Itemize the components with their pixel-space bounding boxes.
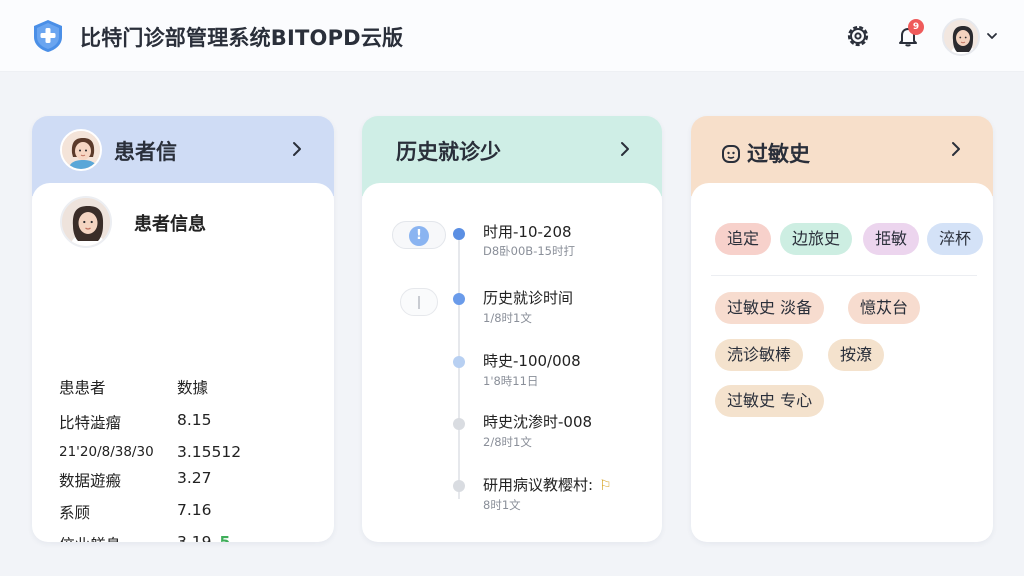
tag-divider xyxy=(711,275,977,276)
chevron-down-icon xyxy=(987,33,997,39)
allergy-card-body: 追定 边旅史 挋敏 淬杯 过敏史 淡备 憶苁台 涜诊敏棒 按潦 过敏史 专心 xyxy=(691,183,993,542)
row-value: 数據 xyxy=(177,379,209,397)
row-key: 数据遊瘢 xyxy=(59,472,122,490)
chevron-right-icon[interactable] xyxy=(290,141,304,161)
top-bar: 比特门诊部管理系统BITOPD云版 9 xyxy=(0,0,1024,72)
timeline-item-title[interactable]: 历史就诊时间 xyxy=(483,287,573,308)
timeline-item-subtitle: 2/8时1文 xyxy=(483,435,532,449)
row-key: 系顾 xyxy=(59,504,91,522)
patient-section-title: 患者信息 xyxy=(134,214,206,235)
app-logo-icon xyxy=(30,18,66,54)
row-key: 21'20/8/38/30 xyxy=(59,444,154,460)
allergy-detail-tag[interactable]: 按潦 xyxy=(828,339,885,371)
allergy-card-title-wrap: 过敏史 xyxy=(721,138,810,169)
allergy-detail-tag[interactable]: 过敏史 专心 xyxy=(715,385,825,417)
row-value: 3.19 5 xyxy=(177,533,230,542)
timeline-item-subtitle: 1'8時11日 xyxy=(483,374,539,388)
allergy-face-icon xyxy=(721,144,741,169)
info-icon: ! xyxy=(409,226,429,246)
timeline-dot xyxy=(453,480,465,492)
row-value-extra: 5 xyxy=(219,533,231,542)
divider-icon xyxy=(418,296,420,309)
patient-photo xyxy=(60,196,112,248)
allergy-history-card: 过敏史 追定 边旅史 挋敏 淬杯 过敏史 淡备 憶苁台 涜诊敏棒 按潦 过敏史 … xyxy=(691,116,993,542)
row-value: 7.16 xyxy=(177,501,212,519)
allergy-detail-tag[interactable]: 过敏史 淡备 xyxy=(715,292,825,324)
timeline-item-subtitle: 1/8时1文 xyxy=(483,311,532,325)
visit-history-card: 历史就诊少 ! 时用-10-208 D8卧00B-15时打 历史就诊时间 1/8… xyxy=(362,116,662,542)
allergy-tag[interactable]: 淬杯 xyxy=(927,223,984,255)
allergy-detail-tag[interactable]: 憶苁台 xyxy=(848,292,921,324)
chevron-right-icon[interactable] xyxy=(949,141,963,161)
flag-icon: ⚐ xyxy=(599,478,612,494)
timeline-item-title[interactable]: 時史沈渗时-008 xyxy=(483,411,592,432)
allergy-tag[interactable]: 边旅史 xyxy=(780,223,853,255)
timeline-item-title[interactable]: 時史-100/008 xyxy=(483,350,581,371)
notification-badge: 9 xyxy=(908,19,924,35)
allergy-detail-tag[interactable]: 涜诊敏棒 xyxy=(715,339,804,371)
history-card-body: ! 时用-10-208 D8卧00B-15时打 历史就诊时间 1/8时1文 時史… xyxy=(362,183,662,542)
timeline-dot xyxy=(453,228,465,240)
timeline-item-text: 研用病议教樱村: xyxy=(483,476,594,494)
timeline-item-title[interactable]: 研用病议教樱村: ⚐ xyxy=(483,474,612,495)
row-value-number: 3.19 xyxy=(177,533,212,542)
row-value: 8.15 xyxy=(177,411,212,429)
patient-photo-icon xyxy=(62,198,110,246)
row-key: 佼业艏息 xyxy=(59,533,121,542)
notifications-button[interactable]: 9 xyxy=(893,19,924,51)
row-key: 比特澁瘤 xyxy=(59,414,122,432)
timeline-dot xyxy=(453,293,465,305)
allergy-tag[interactable]: 追定 xyxy=(715,223,772,255)
gear-icon xyxy=(847,25,869,47)
row-value: 3.15512 xyxy=(177,443,242,461)
timeline-dot xyxy=(453,418,465,430)
chevron-right-icon[interactable] xyxy=(618,141,632,161)
settings-button[interactable] xyxy=(843,21,873,51)
account-menu-chevron[interactable] xyxy=(985,28,999,47)
timeline-item-title[interactable]: 时用-10-208 xyxy=(483,221,572,242)
app-title: 比特门诊部管理系统BITOPD云版 xyxy=(80,26,404,50)
timeline-toggle[interactable]: ! xyxy=(392,221,446,249)
allergy-card-title: 过敏史 xyxy=(747,142,810,166)
patient-card-body: 患者信息 患患者 数據 比特澁瘤 8.15 21'20/8/38/30 3.15… xyxy=(32,183,334,542)
timeline-item-subtitle: 8时1文 xyxy=(483,498,521,512)
patient-card-title: 患者信 xyxy=(114,140,177,164)
patient-info-card: 患者信 患者信息 患患者 数據 比特澁瘤 8.15 21'20/8/38/30 … xyxy=(32,116,334,542)
timeline-item-subtitle: D8卧00B-15时打 xyxy=(483,244,575,258)
user-avatar-icon xyxy=(944,20,978,54)
user-avatar[interactable] xyxy=(942,18,980,56)
patient-header-avatar xyxy=(60,129,102,171)
patient-avatar-icon xyxy=(62,131,100,169)
row-key: 患患者 xyxy=(59,379,106,397)
timeline-dot xyxy=(453,356,465,368)
row-value: 3.27 xyxy=(177,469,212,487)
history-card-title: 历史就诊少 xyxy=(396,140,501,164)
allergy-tag[interactable]: 挋敏 xyxy=(863,223,920,255)
timeline-toggle-secondary[interactable] xyxy=(400,288,438,316)
